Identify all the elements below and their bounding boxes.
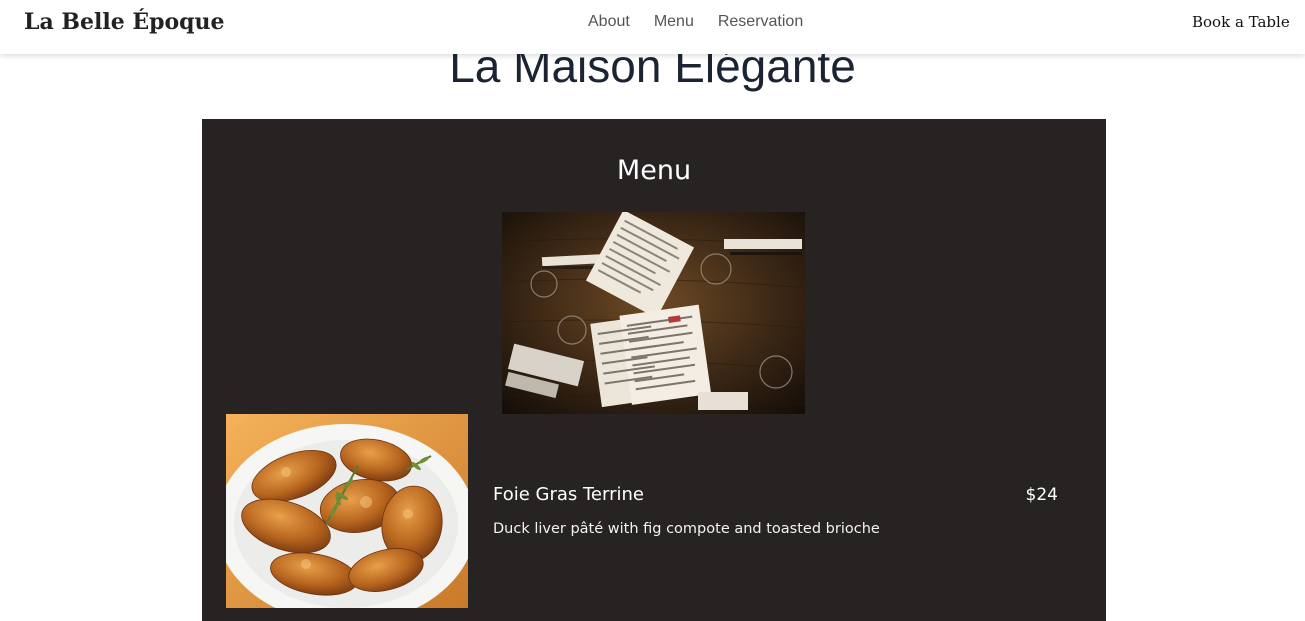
main-nav: About Menu Reservation bbox=[588, 12, 827, 32]
menu-section: Menu Foie Gras Terrine $24 Duck liver pâ… bbox=[202, 119, 1106, 621]
book-table-button[interactable]: Book a Table bbox=[1192, 12, 1290, 32]
menu-photo bbox=[502, 212, 805, 414]
dish-description: Duck liver pâté with fig compote and toa… bbox=[493, 521, 880, 537]
dish-price: $24 bbox=[1025, 485, 1058, 505]
dish-name: Foie Gras Terrine bbox=[493, 484, 644, 505]
dish-photo bbox=[226, 414, 468, 608]
menu-item: Foie Gras Terrine $24 Duck liver pâté wi… bbox=[226, 414, 1082, 608]
nav-link-reservation[interactable]: Reservation bbox=[718, 12, 803, 32]
nav-link-menu[interactable]: Menu bbox=[654, 12, 694, 32]
top-navbar: La Belle Époque About Menu Reservation B… bbox=[0, 0, 1305, 54]
nav-link-about[interactable]: About bbox=[588, 12, 630, 32]
menu-heading: Menu bbox=[616, 155, 692, 186]
brand-logo[interactable]: La Belle Époque bbox=[24, 8, 225, 36]
